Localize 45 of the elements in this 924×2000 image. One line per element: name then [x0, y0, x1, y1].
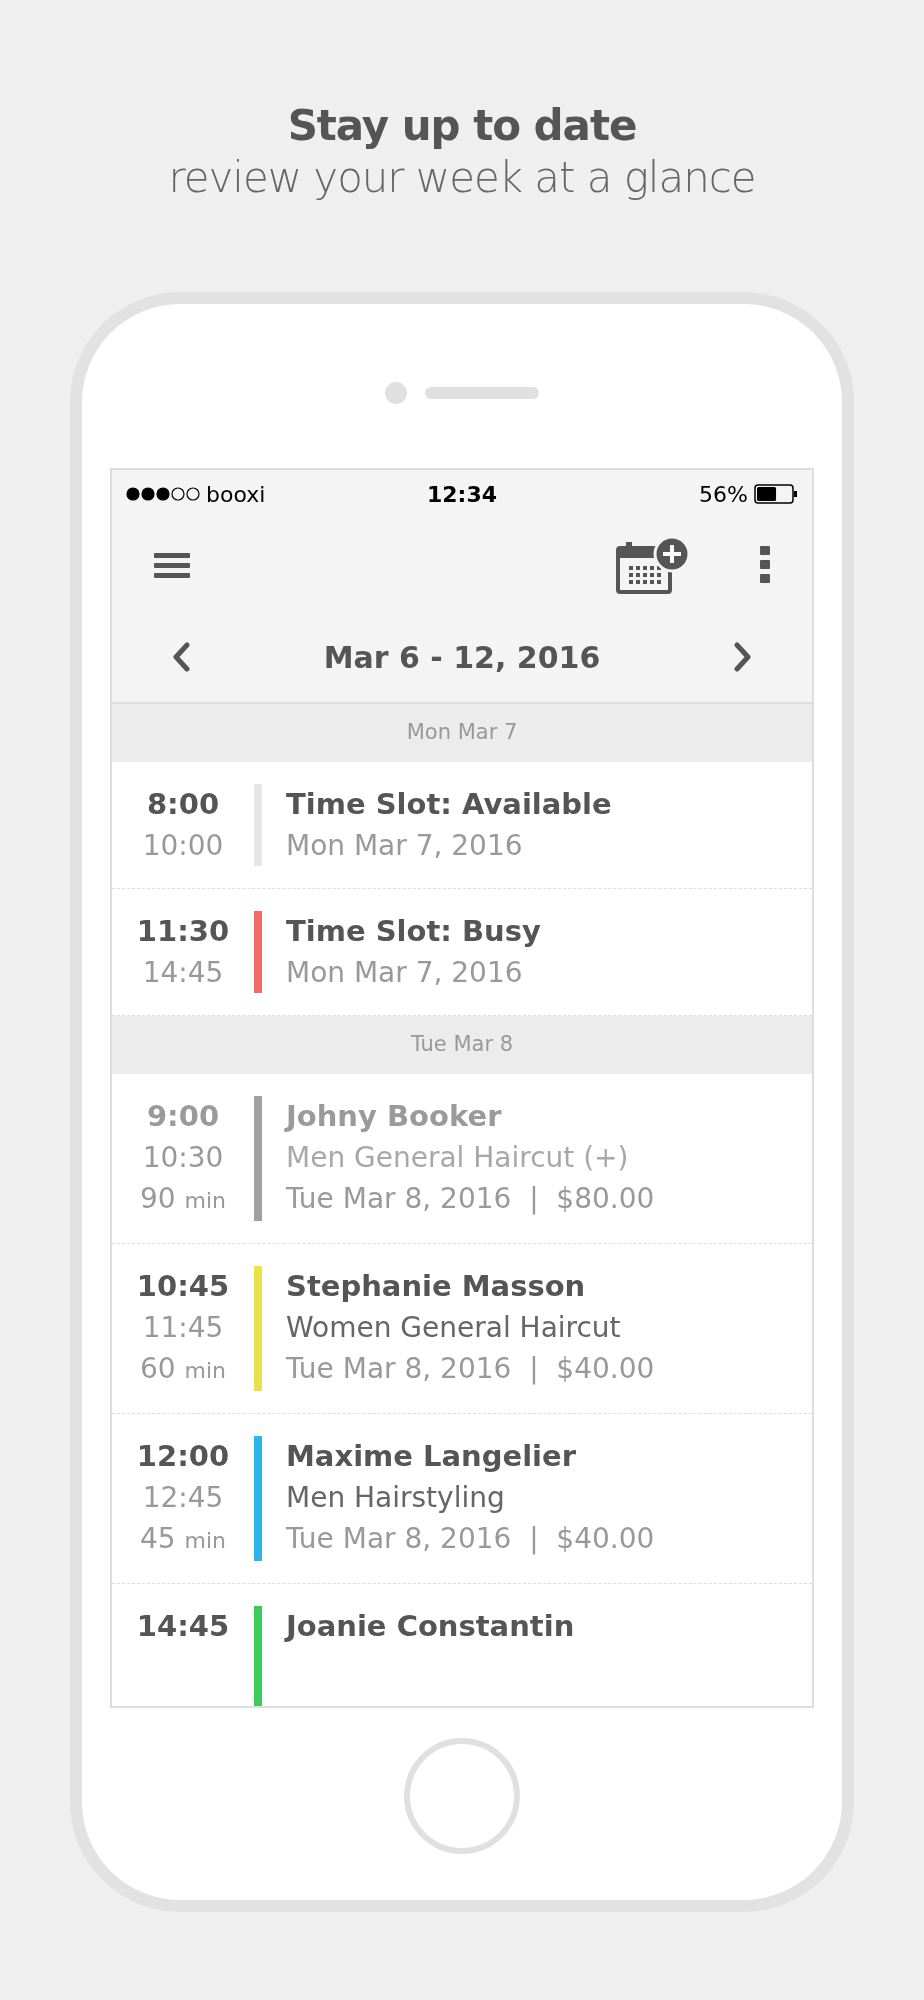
status-time: 12:34 — [427, 480, 497, 509]
subheadline: review your week at a glance — [168, 152, 756, 204]
start-time: 14:45 — [136, 1608, 230, 1645]
duration: 90 min — [139, 1181, 226, 1217]
start-time: 10:45 — [136, 1268, 230, 1305]
appointment-title: Joanie Constantin — [286, 1608, 575, 1645]
appointment-detail: Men Hairstyling — [286, 1480, 506, 1516]
start-time: 9:00 — [146, 1098, 220, 1135]
end-time: 10:00 — [142, 828, 224, 864]
headline: Stay up to date — [287, 100, 637, 152]
duration: 60 min — [139, 1351, 226, 1387]
add-calendar-icon[interactable] — [616, 536, 690, 594]
speaker-icon — [425, 387, 539, 399]
start-time: 12:00 — [136, 1438, 230, 1475]
appointment-detail: Tue Mar 8, 2016 | $40.00 — [286, 1351, 655, 1387]
end-time: 12:45 — [142, 1480, 224, 1516]
next-week-icon[interactable] — [734, 642, 752, 672]
appointment-detail: Mon Mar 7, 2016 — [286, 828, 524, 864]
appointment-title: Johny Booker — [286, 1098, 503, 1135]
camera-icon — [385, 382, 407, 404]
start-time: 8:00 — [146, 786, 220, 823]
appointment-detail: Tue Mar 8, 2016 | $80.00 — [286, 1181, 655, 1217]
carrier-name: booxi — [206, 480, 266, 509]
end-time: 11:45 — [142, 1310, 224, 1346]
signal-icon — [126, 487, 200, 501]
duration: 45 min — [139, 1521, 226, 1557]
end-time: 10:30 — [142, 1140, 224, 1176]
menu-icon[interactable] — [154, 551, 190, 579]
appointment-title: Time Slot: Busy — [286, 913, 541, 950]
appointment-detail: Tue Mar 8, 2016 | $40.00 — [286, 1521, 655, 1557]
appointment-detail: Mon Mar 7, 2016 — [286, 955, 524, 991]
appointment-detail: Men General Haircut (+) — [286, 1140, 630, 1176]
previous-week-icon[interactable] — [172, 642, 190, 672]
appointment-detail: Women General Haircut — [286, 1310, 622, 1346]
day-header: Tue Mar 8 — [112, 1016, 812, 1074]
battery-icon — [754, 484, 798, 504]
week-range: Mar 6 - 12, 2016 — [323, 638, 601, 677]
appointment-title: Maxime Langelier — [286, 1438, 578, 1475]
start-time: 11:30 — [136, 913, 230, 950]
more-icon[interactable] — [760, 546, 770, 584]
day-header: Mon Mar 7 — [112, 704, 812, 762]
appointment-title: Time Slot: Available — [286, 786, 612, 823]
appointment-title: Stephanie Masson — [286, 1268, 587, 1305]
battery-percent: 56% — [699, 480, 748, 509]
end-time: 14:45 — [142, 955, 224, 991]
